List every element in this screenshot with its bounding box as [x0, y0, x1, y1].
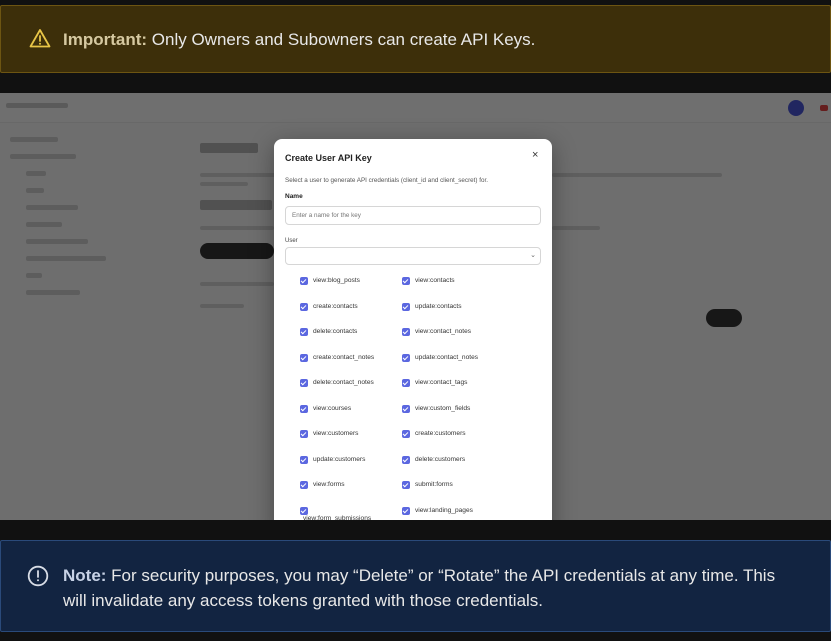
- checkbox-checked-icon[interactable]: [300, 353, 308, 362]
- checkbox-checked-icon[interactable]: [402, 481, 410, 489]
- permission-label: update:contact_notes: [415, 353, 479, 361]
- checkbox-checked-icon[interactable]: [300, 277, 308, 285]
- note-message: For security purposes, you may “Delete” …: [63, 566, 776, 610]
- checkbox-checked-icon[interactable]: [300, 379, 308, 387]
- checkbox-checked-icon[interactable]: [300, 430, 308, 438]
- checkbox-checked-icon[interactable]: [402, 506, 410, 515]
- permission-label: update:customers: [313, 455, 366, 463]
- checkbox-checked-icon[interactable]: [402, 353, 410, 362]
- permission-label: view:form_submissions: [303, 514, 372, 521]
- checkbox-checked-icon[interactable]: [402, 404, 410, 413]
- checkbox-checked-icon[interactable]: [402, 379, 410, 387]
- user-label: User: [285, 238, 298, 244]
- checkbox-checked-icon[interactable]: [300, 481, 308, 489]
- permission-label: view:contacts: [415, 277, 455, 284]
- permission-label: view:landing_pages: [415, 506, 473, 514]
- checkbox-checked-icon[interactable]: [300, 455, 308, 464]
- name-label: Name: [285, 193, 303, 200]
- permission-label: update:contacts: [415, 302, 462, 310]
- permission-label: create:contacts: [313, 302, 358, 310]
- permission-label: view:customers: [313, 430, 359, 437]
- modal-title: Create User API Key: [285, 153, 372, 163]
- important-label: Important:: [63, 30, 148, 49]
- permission-label: view:custom_fields: [415, 404, 471, 412]
- important-text: Important: Only Owners and Subowners can…: [63, 27, 535, 52]
- checkbox-checked-icon[interactable]: [402, 328, 410, 336]
- checkbox-checked-icon[interactable]: [300, 404, 308, 413]
- user-select[interactable]: ⌄: [285, 247, 541, 265]
- checkbox-checked-icon[interactable]: [300, 328, 308, 336]
- permission-label: delete:customers: [415, 455, 466, 463]
- note-callout: Note: For security purposes, you may “De…: [0, 540, 831, 632]
- checkbox-checked-icon[interactable]: [300, 302, 308, 311]
- checkbox-checked-icon[interactable]: [402, 277, 410, 285]
- checkbox-checked-icon[interactable]: [402, 430, 410, 438]
- permission-label: view:blog_posts: [313, 277, 360, 284]
- modal-description: Select a user to generate API credential…: [285, 177, 489, 184]
- permission-label: view:contact_notes: [415, 328, 472, 335]
- close-icon[interactable]: ×: [532, 150, 538, 161]
- chevron-down-icon: ⌄: [530, 252, 536, 259]
- permission-label: view:courses: [313, 404, 352, 412]
- permission-label: delete:contact_notes: [313, 379, 374, 386]
- app-screenshot: Create User API Key × Select a user to g…: [0, 93, 831, 520]
- note-text: Note: For security purposes, you may “De…: [63, 563, 803, 613]
- important-callout: Important: Only Owners and Subowners can…: [0, 5, 831, 73]
- checkbox-checked-icon[interactable]: [402, 455, 410, 464]
- permission-label: view:forms: [313, 481, 345, 488]
- info-circle-icon: [27, 565, 49, 592]
- permission-label: create:customers: [415, 430, 466, 437]
- name-input[interactable]: [285, 206, 541, 225]
- permission-label: submit:forms: [415, 481, 453, 488]
- permission-label: delete:contacts: [313, 328, 358, 335]
- permission-label: view:contact_tags: [415, 379, 468, 386]
- create-api-key-modal: Create User API Key × Select a user to g…: [274, 139, 552, 520]
- checkbox-checked-icon[interactable]: [402, 302, 410, 311]
- important-message: Only Owners and Subowners can create API…: [147, 30, 536, 49]
- note-label: Note:: [63, 566, 107, 585]
- permission-label: create:contact_notes: [313, 353, 375, 361]
- warning-triangle-icon: [29, 28, 51, 53]
